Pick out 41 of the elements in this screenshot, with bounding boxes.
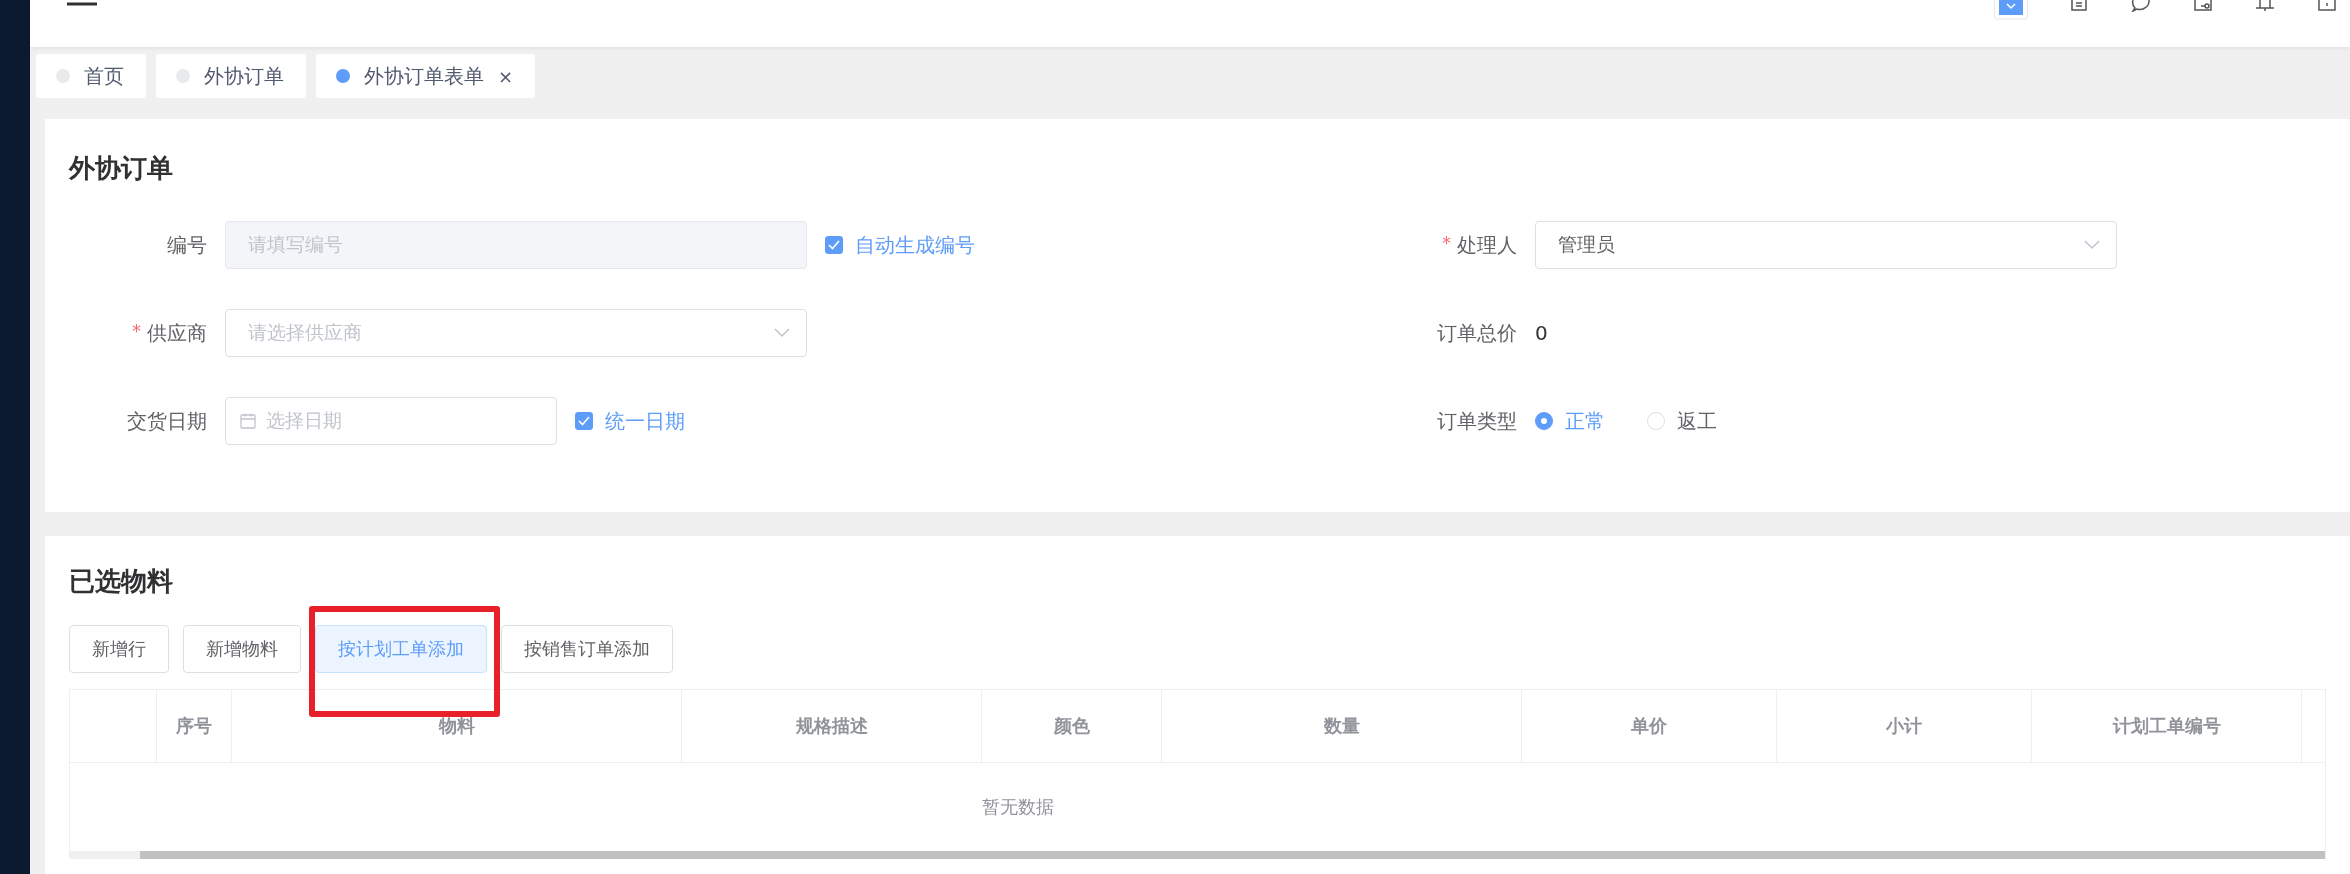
field-label: 编号 xyxy=(167,231,207,259)
chevron-down-icon xyxy=(2084,240,2100,250)
field-label: 订单类型 xyxy=(1437,407,1517,435)
add-button[interactable]: 新增行 xyxy=(69,625,169,673)
required-mark: * xyxy=(1442,231,1451,255)
page-tab[interactable]: 外协订单 xyxy=(156,54,306,98)
column-header: 小计 xyxy=(1777,690,2032,762)
column-header: 颜色 xyxy=(982,690,1162,762)
empty-message: 暂无数据 xyxy=(981,795,1054,819)
field-label: 订单总价 xyxy=(1437,319,1517,347)
calendar-icon xyxy=(240,413,256,429)
page-tab[interactable]: 首页 xyxy=(36,54,146,98)
check-icon xyxy=(578,416,590,426)
column-header: 规格描述 xyxy=(682,690,982,762)
column-header: 单价 xyxy=(1522,690,1777,762)
select-field[interactable]: 管理员 xyxy=(1535,221,2117,269)
field-label: 供应商 xyxy=(147,319,207,347)
check-icon xyxy=(828,240,840,250)
chat-icon[interactable] xyxy=(2130,0,2152,12)
total-price-value: 0 xyxy=(1535,321,1548,345)
required-mark: * xyxy=(132,319,141,343)
column-header: 物料 xyxy=(232,690,682,762)
add-button[interactable]: 按销售订单添加 xyxy=(501,625,673,673)
section-title: 外协订单 xyxy=(69,152,174,185)
horizontal-scrollbar[interactable] xyxy=(70,851,2325,859)
add-button[interactable]: 新增物料 xyxy=(183,625,301,673)
tab-dot-icon xyxy=(336,69,350,83)
column-header: 数量 xyxy=(1162,690,1522,762)
radio-option[interactable]: 返工 xyxy=(1647,407,1717,435)
image-icon[interactable] xyxy=(2192,0,2214,12)
section-title: 已选物料 xyxy=(69,565,174,598)
menu-icon[interactable] xyxy=(67,0,97,8)
column-header: 序号 xyxy=(157,690,232,762)
column-header: 计划工单编号 xyxy=(2032,690,2302,762)
field-label: 交货日期 xyxy=(127,407,207,435)
close-icon[interactable]: × xyxy=(498,65,514,87)
chevron-down-icon xyxy=(774,328,790,338)
field-label: 处理人 xyxy=(1457,231,1517,259)
document-icon[interactable] xyxy=(2068,0,2090,12)
page-tab[interactable]: 外协订单表单 × xyxy=(316,54,536,98)
dropdown-button-icon[interactable] xyxy=(1994,0,2028,20)
